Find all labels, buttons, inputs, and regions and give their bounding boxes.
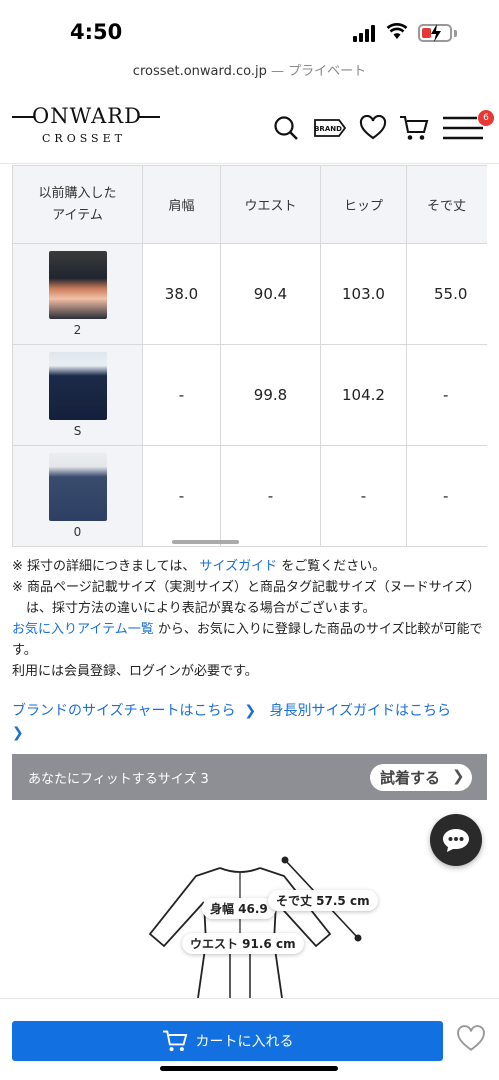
private-label: — プライベート: [271, 64, 367, 79]
cart-icon[interactable]: [398, 112, 430, 144]
heart-icon: [457, 1025, 485, 1051]
body-width-measure: 身幅 46.9: [202, 898, 276, 919]
note-size-guide: ※ 採寸の詳細につきましては、 サイズガイド をご覧ください。: [12, 559, 386, 574]
status-time: 4:50: [70, 20, 123, 44]
cell-shoulder: 38.0: [142, 243, 221, 345]
logo-main: ONWARD: [32, 104, 142, 128]
try-on-button[interactable]: 試着する ❯: [370, 764, 472, 791]
item-size: S: [73, 424, 82, 438]
chevron-right-icon: ❯: [244, 703, 257, 719]
cell-sleeve: 55.0: [406, 243, 487, 345]
home-indicator: [160, 1066, 338, 1071]
note-login: 利用には会員登録、ログインが必要です。: [12, 664, 258, 679]
onward-crosset-logo[interactable]: ONWARD CROSSET: [12, 104, 160, 150]
size-links: ブランドのサイズチャートはこちら ❯ 身長別サイズガイドはこちら ❯: [12, 700, 490, 744]
add-to-cart-button[interactable]: カートに入れる: [12, 1021, 443, 1061]
item-thumbnail-cell[interactable]: 0: [12, 445, 143, 547]
note-size-difference: ※ 商品ページ記載サイズ（実測サイズ）と商品タグ記載サイズ（ヌードサイズ）は、採…: [12, 580, 481, 616]
table-header-row: 以前購入した アイテム 肩幅 ウエスト ヒップ そで丈: [12, 165, 487, 244]
size-comparison-table[interactable]: 以前購入した アイテム 肩幅 ウエスト ヒップ そで丈 2 38.0 90.4 …: [12, 165, 487, 548]
search-icon[interactable]: [270, 112, 302, 144]
item-size: 0: [73, 525, 82, 539]
size-guide-link[interactable]: サイズガイド: [200, 559, 278, 574]
chat-bubble-icon: [443, 829, 469, 852]
fit-size-bar: あなたにフィットするサイズ 3 試着する ❯: [12, 754, 487, 800]
add-to-cart-label: カートに入れる: [195, 1034, 294, 1050]
chat-button[interactable]: [430, 814, 482, 866]
header-hip: ヒップ: [320, 165, 407, 244]
cell-hip: 103.0: [320, 243, 407, 345]
cell-waist: 90.4: [220, 243, 321, 345]
table-row: S - 99.8 104.2 -: [12, 344, 487, 446]
menu-badge: 6: [478, 110, 494, 126]
wifi-icon: [386, 22, 408, 44]
cell-shoulder: -: [142, 445, 221, 547]
cell-waist: 99.8: [220, 344, 321, 446]
header-shoulder: 肩幅: [142, 165, 221, 244]
logo-sub: CROSSET: [42, 132, 126, 145]
favorites-list-link[interactable]: お気に入りアイテム一覧: [12, 622, 154, 637]
cell-hip: -: [320, 445, 407, 547]
cell-sleeve: -: [406, 445, 487, 547]
cell-waist: -: [220, 445, 321, 547]
favorite-button[interactable]: [456, 1025, 486, 1057]
note-favorites: お気に入りアイテム一覧 から、お気に入りに登録した商品のサイズ比較が可能です。: [12, 622, 483, 658]
cell-sleeve: -: [406, 344, 487, 446]
header-waist: ウエスト: [220, 165, 321, 244]
brand-icon[interactable]: BRAND: [312, 112, 348, 144]
cell-shoulder: -: [142, 344, 221, 446]
status-bar: 4:50: [0, 0, 499, 60]
bottom-action-bar: カートに入れる: [0, 998, 499, 1080]
header-sleeve: そで丈: [406, 165, 487, 244]
item-thumbnail-cell[interactable]: S: [12, 344, 143, 446]
battery-icon: [418, 24, 452, 42]
signal-icon: [353, 24, 375, 42]
table-row: 0 - - - -: [12, 445, 487, 547]
waist-measure: ウエスト 91.6 cm: [182, 933, 304, 954]
url-domain: crosset.onward.co.jp: [132, 64, 267, 79]
cart-icon: [162, 1030, 187, 1052]
fit-size-label: あなたにフィットするサイズ 3: [28, 772, 209, 787]
item-thumbnail-cell[interactable]: 2: [12, 243, 143, 345]
sleeve-length-measure: そで丈 57.5 cm: [268, 890, 378, 911]
svg-text:BRAND: BRAND: [314, 125, 342, 133]
chevron-right-icon: ❯: [452, 767, 465, 785]
site-header: ONWARD CROSSET BRAND: [0, 92, 499, 164]
garment-illustration: 身幅 46.9 そで丈 57.5 cm ウエスト 91.6 cm: [140, 830, 380, 999]
item-thumbnail[interactable]: [48, 453, 107, 521]
item-thumbnail[interactable]: [48, 352, 107, 420]
size-notes: ※ 採寸の詳細につきましては、 サイズガイド をご覧ください。 ※ 商品ページ記…: [12, 556, 490, 682]
horizontal-scroll-indicator[interactable]: [172, 540, 239, 544]
brand-size-chart-link[interactable]: ブランドのサイズチャートはこちら ❯: [12, 703, 256, 719]
header-prev-item: 以前購入した アイテム: [12, 165, 143, 244]
item-thumbnail[interactable]: [48, 251, 107, 319]
table-row: 2 38.0 90.4 103.0 55.0: [12, 243, 487, 345]
url-bar[interactable]: crosset.onward.co.jp — プライベート: [0, 60, 499, 88]
item-size: 2: [73, 323, 82, 337]
chevron-right-icon: ❯: [12, 725, 24, 741]
heart-icon[interactable]: [357, 112, 389, 144]
cell-hip: 104.2: [320, 344, 407, 446]
